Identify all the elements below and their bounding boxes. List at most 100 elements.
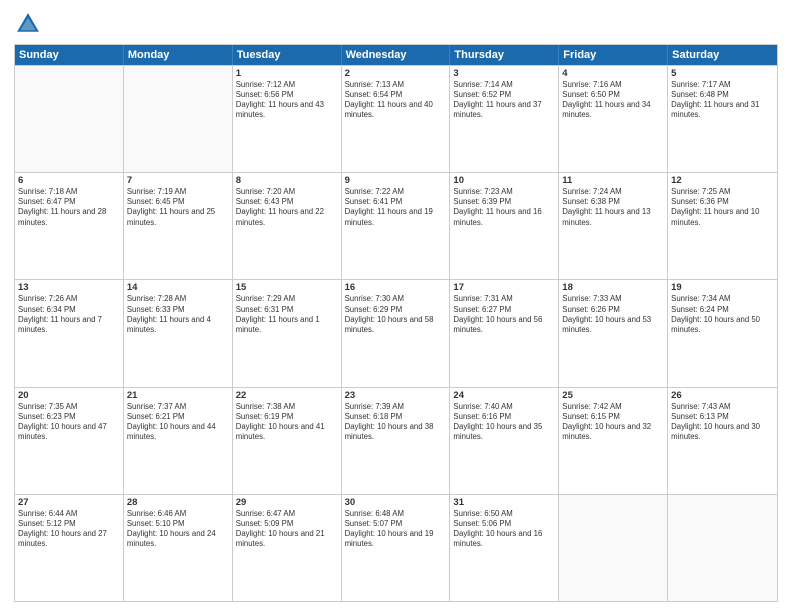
day-number: 3	[453, 68, 555, 79]
calendar-cell: 28Sunrise: 6:46 AMSunset: 5:10 PMDayligh…	[124, 495, 233, 601]
day-number: 19	[671, 282, 774, 293]
page: SundayMondayTuesdayWednesdayThursdayFrid…	[0, 0, 792, 612]
day-number: 2	[345, 68, 447, 79]
cal-header-day: Thursday	[450, 45, 559, 65]
cal-header-day: Tuesday	[233, 45, 342, 65]
day-number: 12	[671, 175, 774, 186]
calendar-cell: 20Sunrise: 7:35 AMSunset: 6:23 PMDayligh…	[15, 388, 124, 494]
calendar-cell: 10Sunrise: 7:23 AMSunset: 6:39 PMDayligh…	[450, 173, 559, 279]
calendar-cell	[15, 66, 124, 172]
day-number: 29	[236, 497, 338, 508]
calendar-cell: 25Sunrise: 7:42 AMSunset: 6:15 PMDayligh…	[559, 388, 668, 494]
calendar-cell: 14Sunrise: 7:28 AMSunset: 6:33 PMDayligh…	[124, 280, 233, 386]
day-number: 27	[18, 497, 120, 508]
day-number: 15	[236, 282, 338, 293]
calendar-cell: 7Sunrise: 7:19 AMSunset: 6:45 PMDaylight…	[124, 173, 233, 279]
day-detail: Sunrise: 7:24 AMSunset: 6:38 PMDaylight:…	[562, 187, 664, 228]
calendar-cell: 15Sunrise: 7:29 AMSunset: 6:31 PMDayligh…	[233, 280, 342, 386]
day-detail: Sunrise: 7:18 AMSunset: 6:47 PMDaylight:…	[18, 187, 120, 228]
day-number: 14	[127, 282, 229, 293]
day-detail: Sunrise: 6:50 AMSunset: 5:06 PMDaylight:…	[453, 509, 555, 550]
day-detail: Sunrise: 7:37 AMSunset: 6:21 PMDaylight:…	[127, 402, 229, 443]
day-number: 16	[345, 282, 447, 293]
cal-header-day: Sunday	[15, 45, 124, 65]
calendar-cell: 11Sunrise: 7:24 AMSunset: 6:38 PMDayligh…	[559, 173, 668, 279]
calendar-cell: 5Sunrise: 7:17 AMSunset: 6:48 PMDaylight…	[668, 66, 777, 172]
calendar-row: 6Sunrise: 7:18 AMSunset: 6:47 PMDaylight…	[15, 172, 777, 279]
day-number: 31	[453, 497, 555, 508]
day-number: 11	[562, 175, 664, 186]
day-detail: Sunrise: 7:35 AMSunset: 6:23 PMDaylight:…	[18, 402, 120, 443]
calendar-cell: 17Sunrise: 7:31 AMSunset: 6:27 PMDayligh…	[450, 280, 559, 386]
day-number: 18	[562, 282, 664, 293]
day-number: 24	[453, 390, 555, 401]
day-detail: Sunrise: 6:47 AMSunset: 5:09 PMDaylight:…	[236, 509, 338, 550]
day-detail: Sunrise: 7:12 AMSunset: 6:56 PMDaylight:…	[236, 80, 338, 121]
calendar-cell: 4Sunrise: 7:16 AMSunset: 6:50 PMDaylight…	[559, 66, 668, 172]
day-number: 21	[127, 390, 229, 401]
day-number: 13	[18, 282, 120, 293]
day-number: 5	[671, 68, 774, 79]
calendar: SundayMondayTuesdayWednesdayThursdayFrid…	[14, 44, 778, 602]
day-number: 20	[18, 390, 120, 401]
day-detail: Sunrise: 7:26 AMSunset: 6:34 PMDaylight:…	[18, 294, 120, 335]
header	[14, 10, 778, 38]
day-number: 10	[453, 175, 555, 186]
calendar-cell	[559, 495, 668, 601]
day-detail: Sunrise: 7:25 AMSunset: 6:36 PMDaylight:…	[671, 187, 774, 228]
day-detail: Sunrise: 7:22 AMSunset: 6:41 PMDaylight:…	[345, 187, 447, 228]
day-detail: Sunrise: 7:20 AMSunset: 6:43 PMDaylight:…	[236, 187, 338, 228]
day-detail: Sunrise: 7:28 AMSunset: 6:33 PMDaylight:…	[127, 294, 229, 335]
calendar-cell: 23Sunrise: 7:39 AMSunset: 6:18 PMDayligh…	[342, 388, 451, 494]
calendar-cell: 26Sunrise: 7:43 AMSunset: 6:13 PMDayligh…	[668, 388, 777, 494]
day-detail: Sunrise: 7:16 AMSunset: 6:50 PMDaylight:…	[562, 80, 664, 121]
calendar-cell: 8Sunrise: 7:20 AMSunset: 6:43 PMDaylight…	[233, 173, 342, 279]
calendar-cell: 3Sunrise: 7:14 AMSunset: 6:52 PMDaylight…	[450, 66, 559, 172]
day-detail: Sunrise: 7:31 AMSunset: 6:27 PMDaylight:…	[453, 294, 555, 335]
calendar-cell: 21Sunrise: 7:37 AMSunset: 6:21 PMDayligh…	[124, 388, 233, 494]
day-number: 28	[127, 497, 229, 508]
calendar-cell: 24Sunrise: 7:40 AMSunset: 6:16 PMDayligh…	[450, 388, 559, 494]
day-number: 17	[453, 282, 555, 293]
day-detail: Sunrise: 7:29 AMSunset: 6:31 PMDaylight:…	[236, 294, 338, 335]
calendar-cell: 9Sunrise: 7:22 AMSunset: 6:41 PMDaylight…	[342, 173, 451, 279]
cal-header-day: Wednesday	[342, 45, 451, 65]
day-detail: Sunrise: 7:14 AMSunset: 6:52 PMDaylight:…	[453, 80, 555, 121]
calendar-cell: 6Sunrise: 7:18 AMSunset: 6:47 PMDaylight…	[15, 173, 124, 279]
day-detail: Sunrise: 7:19 AMSunset: 6:45 PMDaylight:…	[127, 187, 229, 228]
day-detail: Sunrise: 7:43 AMSunset: 6:13 PMDaylight:…	[671, 402, 774, 443]
day-number: 9	[345, 175, 447, 186]
calendar-row: 13Sunrise: 7:26 AMSunset: 6:34 PMDayligh…	[15, 279, 777, 386]
calendar-cell	[668, 495, 777, 601]
day-detail: Sunrise: 7:30 AMSunset: 6:29 PMDaylight:…	[345, 294, 447, 335]
calendar-cell: 22Sunrise: 7:38 AMSunset: 6:19 PMDayligh…	[233, 388, 342, 494]
day-number: 26	[671, 390, 774, 401]
calendar-row: 20Sunrise: 7:35 AMSunset: 6:23 PMDayligh…	[15, 387, 777, 494]
calendar-cell	[124, 66, 233, 172]
calendar-cell: 13Sunrise: 7:26 AMSunset: 6:34 PMDayligh…	[15, 280, 124, 386]
calendar-row: 1Sunrise: 7:12 AMSunset: 6:56 PMDaylight…	[15, 65, 777, 172]
day-detail: Sunrise: 7:33 AMSunset: 6:26 PMDaylight:…	[562, 294, 664, 335]
calendar-cell: 12Sunrise: 7:25 AMSunset: 6:36 PMDayligh…	[668, 173, 777, 279]
logo	[14, 10, 44, 38]
calendar-cell: 2Sunrise: 7:13 AMSunset: 6:54 PMDaylight…	[342, 66, 451, 172]
day-number: 8	[236, 175, 338, 186]
day-detail: Sunrise: 6:48 AMSunset: 5:07 PMDaylight:…	[345, 509, 447, 550]
calendar-cell: 29Sunrise: 6:47 AMSunset: 5:09 PMDayligh…	[233, 495, 342, 601]
calendar-row: 27Sunrise: 6:44 AMSunset: 5:12 PMDayligh…	[15, 494, 777, 601]
logo-icon	[14, 10, 42, 38]
calendar-cell: 27Sunrise: 6:44 AMSunset: 5:12 PMDayligh…	[15, 495, 124, 601]
day-number: 7	[127, 175, 229, 186]
day-detail: Sunrise: 7:39 AMSunset: 6:18 PMDaylight:…	[345, 402, 447, 443]
calendar-cell: 19Sunrise: 7:34 AMSunset: 6:24 PMDayligh…	[668, 280, 777, 386]
calendar-cell: 16Sunrise: 7:30 AMSunset: 6:29 PMDayligh…	[342, 280, 451, 386]
day-number: 22	[236, 390, 338, 401]
day-number: 23	[345, 390, 447, 401]
day-number: 25	[562, 390, 664, 401]
calendar-cell: 31Sunrise: 6:50 AMSunset: 5:06 PMDayligh…	[450, 495, 559, 601]
day-detail: Sunrise: 6:46 AMSunset: 5:10 PMDaylight:…	[127, 509, 229, 550]
calendar-header: SundayMondayTuesdayWednesdayThursdayFrid…	[15, 45, 777, 65]
calendar-cell: 1Sunrise: 7:12 AMSunset: 6:56 PMDaylight…	[233, 66, 342, 172]
calendar-cell: 30Sunrise: 6:48 AMSunset: 5:07 PMDayligh…	[342, 495, 451, 601]
day-detail: Sunrise: 7:38 AMSunset: 6:19 PMDaylight:…	[236, 402, 338, 443]
